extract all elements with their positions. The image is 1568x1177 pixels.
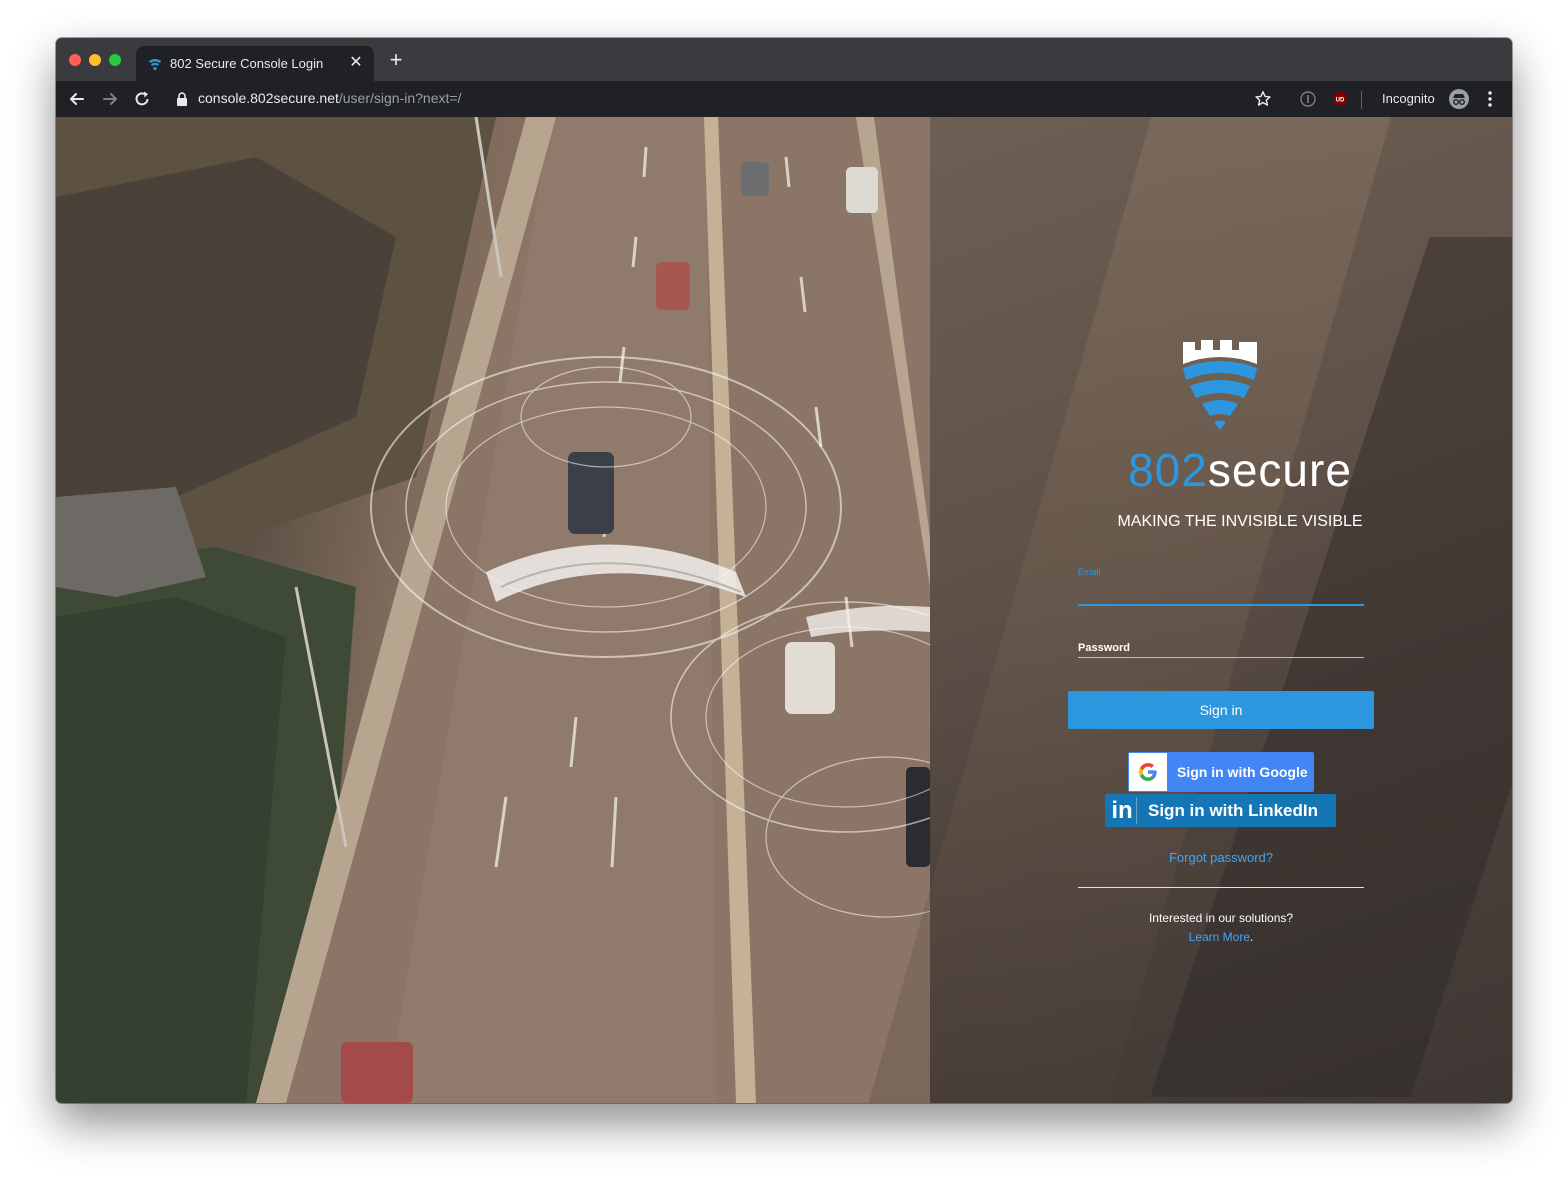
url-host: console.802secure.net	[198, 90, 339, 106]
brand-tagline: MAKING THE INVISIBLE VISIBLE	[1117, 513, 1363, 530]
back-arrow-icon[interactable]	[67, 89, 87, 109]
forgot-password-link[interactable]: Forgot password?	[1090, 850, 1352, 865]
more-menu-icon[interactable]	[1482, 89, 1498, 109]
address-bar[interactable]: console.802secure.net/user/sign-in?next=…	[166, 85, 1288, 113]
brand-number: 802	[1128, 444, 1208, 496]
toolbar-separator	[1361, 91, 1362, 109]
google-icon-container	[1129, 753, 1167, 791]
brand-word: secure	[1207, 444, 1352, 496]
learn-more-line: Learn More.	[1090, 930, 1352, 944]
login-panel-background	[868, 117, 1512, 1103]
url-path: /user/sign-in?next=/	[338, 90, 462, 106]
highway-illustration	[56, 117, 930, 1103]
linkedin-icon: in	[1108, 797, 1137, 824]
password-label: Password	[1078, 642, 1130, 654]
linkedin-sign-in-button[interactable]: in Sign in with LinkedIn	[1105, 794, 1336, 827]
google-sign-in-label: Sign in with Google	[1177, 764, 1308, 780]
incognito-icon[interactable]	[1448, 88, 1470, 110]
tab-title: 802 Secure Console Login	[170, 56, 324, 71]
bookmark-star-icon[interactable]	[1254, 90, 1272, 108]
minimize-window-button[interactable]	[89, 54, 101, 66]
browser-window: 802 Secure Console Login ✕ + console.802…	[56, 38, 1512, 1103]
hero-image-highway	[56, 117, 930, 1103]
ublock-badge-text: UD	[1336, 98, 1345, 104]
email-field[interactable]	[1078, 604, 1364, 606]
tower-wifi-logo-icon	[1183, 340, 1257, 430]
google-g-icon	[1139, 763, 1157, 781]
browser-toolbar: console.802secure.net/user/sign-in?next=…	[56, 81, 1512, 117]
sign-in-button[interactable]: Sign in	[1068, 691, 1374, 729]
linkedin-sign-in-label: Sign in with LinkedIn	[1148, 801, 1318, 820]
brand-wordmark: 802secure	[1090, 443, 1390, 497]
reload-icon[interactable]	[132, 89, 152, 109]
lock-icon	[177, 92, 187, 106]
learn-more-link[interactable]: Learn More	[1189, 930, 1250, 944]
page-content	[56, 117, 1512, 1103]
google-sign-in-button[interactable]: Sign in with Google	[1128, 752, 1314, 792]
url-text: console.802secure.net/user/sign-in?next=…	[198, 90, 461, 106]
extension-info-icon[interactable]	[1299, 90, 1317, 108]
new-tab-button[interactable]: +	[386, 49, 406, 71]
section-divider	[1078, 887, 1364, 888]
tab-close-icon[interactable]: ✕	[346, 53, 366, 73]
interested-text: Interested in our solutions?	[1148, 911, 1294, 925]
zoom-window-button[interactable]	[109, 54, 121, 66]
close-window-button[interactable]	[69, 54, 81, 66]
wifi-shield-icon	[149, 59, 161, 71]
forward-arrow-icon[interactable]	[100, 89, 120, 109]
tab-bar: 802 Secure Console Login ✕ +	[56, 38, 1512, 81]
incognito-label[interactable]: Incognito	[1382, 91, 1435, 106]
learn-more-suffix: .	[1250, 930, 1254, 944]
email-label: Email	[1078, 567, 1101, 577]
ublock-extension-icon[interactable]: UD	[1331, 90, 1349, 108]
password-field[interactable]	[1078, 657, 1364, 658]
tab-active[interactable]: 802 Secure Console Login ✕	[136, 46, 374, 81]
